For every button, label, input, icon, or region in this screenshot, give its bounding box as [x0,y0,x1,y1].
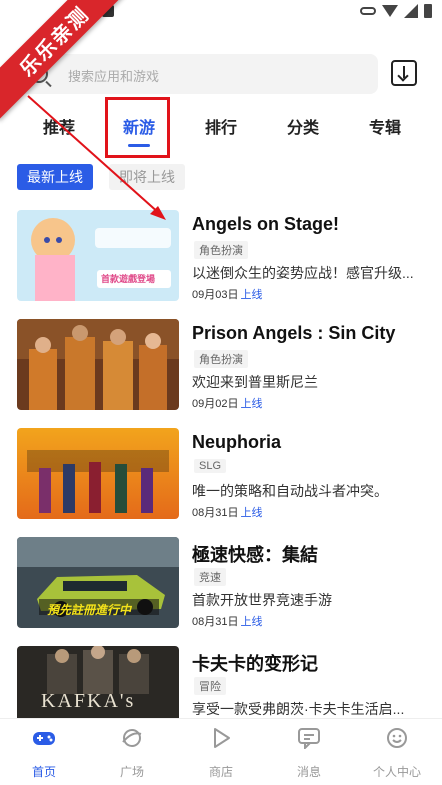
battery-icon [424,4,432,18]
release-date: 08月31日 上线 [192,504,262,520]
game-description: 享受一款受弗朗茨·卡夫卡生活启... [192,701,405,717]
game-genre-tag: SLG [194,459,227,473]
game-genre-tag: 角色扮演 [194,241,248,259]
planet-icon [120,727,144,749]
thumb-banner-text: 首款遊戲登場 [101,274,156,284]
tab-album[interactable]: 专辑 [369,114,401,138]
release-status: 上线 [240,289,263,301]
release-date: 08月31日 上线 [192,613,262,629]
nav-label: 首页 [31,765,56,779]
game-title: Angels on Stage! [192,214,340,234]
list-item[interactable]: Prison Angels : Sin City 角色扮演 欢迎来到普里斯尼兰 … [17,319,427,411]
app-screen: 乐乐亲测 搜索应用和游戏 推荐 新游 排行 分类 专辑 最新上线 即将上线 首款… [0,0,442,785]
game-thumbnail [17,428,179,519]
date-text: 08月31日 [192,616,239,628]
game-thumbnail: 首款遊戲登場 [17,210,179,301]
nav-label: 消息 [296,765,321,779]
game-description: 欢迎来到普里斯尼兰 [192,374,318,390]
gamepad-icon [32,727,56,749]
search-input[interactable]: 搜索应用和游戏 [16,54,378,94]
vpn-key-icon [360,7,376,15]
chat-icon [297,727,321,751]
signal-icon [404,4,418,18]
nav-label: 商店 [208,765,233,779]
game-title: 卡夫卡的变形记 [192,654,318,674]
date-text: 08月31日 [192,507,239,519]
list-item[interactable]: Neuphoria SLG 唯一的策略和自动战斗者冲突。 08月31日 上线 [17,428,427,520]
game-thumbnail: KAFKA's [17,646,179,718]
nav-square[interactable]: 广场 [102,727,162,780]
release-status: 上线 [240,616,263,628]
date-text: 09月03日 [192,289,239,301]
thumb-banner-text: 預先註冊進行中 [47,603,132,617]
nav-profile[interactable]: 个人中心 [367,727,427,780]
subtab-coming-soon[interactable]: 即将上线 [109,164,185,190]
release-status: 上线 [240,398,263,410]
game-title: Prison Angels : Sin City [192,323,396,343]
game-genre-tag: 竞速 [194,568,226,586]
game-description: 唯一的策略和自动战斗者冲突。 [192,483,388,499]
release-date: 09月03日 上线 [192,286,262,302]
tab-recommend[interactable]: 推荐 [43,114,75,138]
nav-store[interactable]: 商店 [191,727,251,780]
game-description: 首款开放世界竞速手游 [192,592,332,608]
smile-icon [385,727,409,749]
date-text: 09月02日 [192,398,239,410]
download-manager-icon[interactable] [391,60,417,86]
search-placeholder: 搜索应用和游戏 [68,69,160,84]
game-genre-tag: 冒险 [194,677,226,695]
game-thumbnail [17,319,179,410]
game-genre-tag: 角色扮演 [194,350,248,368]
annotation-highlight-box [105,97,170,158]
wifi-icon [382,5,398,17]
tab-category[interactable]: 分类 [287,114,319,138]
game-description: 以迷倒众生的姿势应战！感官升级... [192,265,414,281]
bottom-navigation: 首页 广场 商店 消息 个人中心 [0,718,442,785]
nav-home[interactable]: 首页 [14,727,74,780]
thumb-logo-text: KAFKA's [41,690,136,712]
list-item[interactable]: 首款遊戲登場 Angels on Stage! 角色扮演 以迷倒众生的姿势应战！… [17,210,427,302]
game-thumbnail: 預先註冊進行中 [17,537,179,628]
subtab-latest-online[interactable]: 最新上线 [17,164,93,190]
game-title: Neuphoria [192,432,282,452]
list-item[interactable]: KAFKA's 卡夫卡的变形记 冒险 享受一款受弗朗茨·卡夫卡生活启... [17,646,427,718]
play-icon [209,727,233,749]
nav-label: 广场 [119,765,144,779]
release-status: 上线 [240,507,263,519]
nav-label: 个人中心 [372,765,421,779]
release-date: 09月02日 上线 [192,395,262,411]
nav-messages[interactable]: 消息 [279,727,339,780]
game-title: 極速快感：集結 [192,545,318,565]
list-item[interactable]: 預先註冊進行中 極速快感：集結 竞速 首款开放世界竞速手游 08月31日 上线 [17,537,427,629]
tab-ranking[interactable]: 排行 [205,114,237,138]
system-icons [360,4,432,18]
